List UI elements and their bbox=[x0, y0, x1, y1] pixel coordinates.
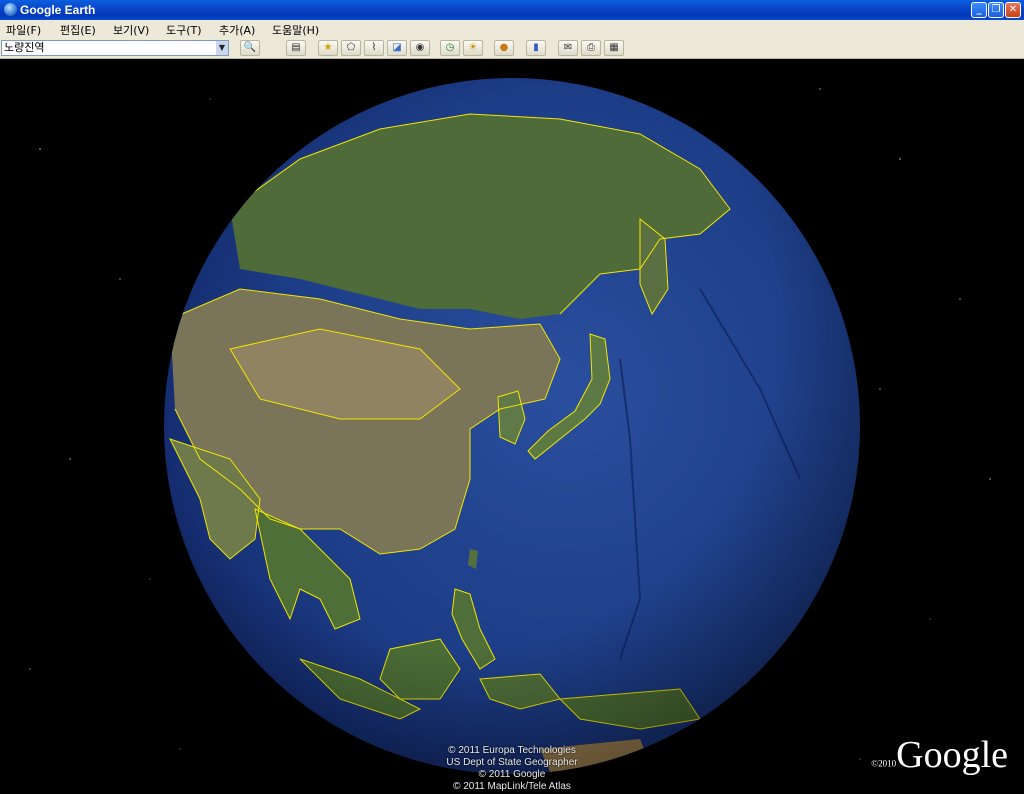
menu-file[interactable]: 파일(F) bbox=[6, 22, 41, 38]
placemark-icon: ★ bbox=[323, 42, 333, 53]
email-button[interactable]: ✉ bbox=[558, 40, 578, 56]
sidebar-toggle-button[interactable]: ▤ bbox=[286, 40, 306, 56]
record-tour-icon: ◉ bbox=[415, 42, 425, 53]
view-in-maps-button[interactable]: ▦ bbox=[604, 40, 624, 56]
view-in-maps-icon: ▦ bbox=[609, 42, 619, 53]
earth-globe[interactable] bbox=[0, 59, 1024, 794]
google-logo: ©2010Google bbox=[871, 733, 1008, 777]
historical-imagery-icon: ◷ bbox=[445, 42, 455, 53]
search-go-button[interactable]: 🔍 bbox=[240, 40, 260, 56]
image-overlay-button[interactable]: ◪ bbox=[387, 40, 407, 56]
image-overlay-icon: ◪ bbox=[392, 42, 402, 53]
sidebar-toggle-icon: ▤ bbox=[291, 42, 301, 53]
close-button[interactable]: ✕ bbox=[1005, 2, 1021, 18]
toolbar: 노량진역 ▼ 🔍 ▤ ★ ⬠ ⌇ ◪ ◉ ◷ ☀ ● ▮ ✉ ⎙ ▦ bbox=[0, 38, 1024, 59]
polygon-icon: ⬠ bbox=[346, 42, 356, 53]
google-earth-window: Google Earth _ ❐ ✕ 파일(F) 편집(E) 보기(V) 도구(… bbox=[0, 0, 1024, 794]
polygon-button[interactable]: ⬠ bbox=[341, 40, 361, 56]
search-dropdown-icon[interactable]: ▼ bbox=[216, 41, 228, 55]
google-earth-app-icon bbox=[4, 3, 17, 16]
placemark-button[interactable]: ★ bbox=[318, 40, 338, 56]
attribution-line-2: US Dept of State Geographer bbox=[446, 757, 578, 768]
menu-bar: 파일(F) 편집(E) 보기(V) 도구(T) 추가(A) 도움말(H) bbox=[0, 20, 1024, 38]
switch-planet-icon: ● bbox=[499, 42, 509, 53]
print-icon: ⎙ bbox=[587, 42, 595, 53]
restore-button[interactable]: ❐ bbox=[988, 2, 1004, 18]
menu-edit[interactable]: 편집(E) bbox=[60, 22, 96, 38]
search-value: 노량진역 bbox=[4, 41, 45, 54]
print-button[interactable]: ⎙ bbox=[581, 40, 601, 56]
menu-add[interactable]: 추가(A) bbox=[219, 22, 255, 38]
email-icon: ✉ bbox=[563, 42, 573, 53]
attribution-line-3: © 2011 Google bbox=[478, 769, 546, 780]
attribution-line-1: © 2011 Europa Technologies bbox=[448, 745, 576, 756]
ruler-icon: ▮ bbox=[533, 42, 539, 53]
menu-help[interactable]: 도움말(H) bbox=[272, 22, 319, 38]
search-input[interactable]: 노량진역 ▼ bbox=[1, 40, 229, 56]
attribution-line-4: © 2011 MapLink/Tele Atlas bbox=[453, 781, 571, 792]
historical-imagery-button[interactable]: ◷ bbox=[440, 40, 460, 56]
path-button[interactable]: ⌇ bbox=[364, 40, 384, 56]
logo-copyright: ©2010 bbox=[871, 758, 897, 769]
switch-planet-button[interactable]: ● bbox=[494, 40, 514, 56]
ruler-button[interactable]: ▮ bbox=[526, 40, 546, 56]
title-bar[interactable]: Google Earth _ ❐ ✕ bbox=[0, 0, 1024, 20]
globe-shading bbox=[164, 78, 860, 774]
menu-view[interactable]: 보기(V) bbox=[113, 22, 149, 38]
earth-3d-viewer[interactable]: © 2011 Europa Technologies US Dept of St… bbox=[0, 59, 1024, 794]
search-go-icon: 🔍 bbox=[243, 42, 257, 53]
path-icon: ⌇ bbox=[371, 42, 377, 53]
minimize-button[interactable]: _ bbox=[971, 2, 987, 18]
window-title: Google Earth bbox=[20, 3, 96, 17]
record-tour-button[interactable]: ◉ bbox=[410, 40, 430, 56]
logo-brand: Google bbox=[896, 734, 1008, 776]
menu-tools[interactable]: 도구(T) bbox=[166, 22, 202, 38]
sunlight-button[interactable]: ☀ bbox=[463, 40, 483, 56]
sunlight-icon: ☀ bbox=[468, 42, 478, 53]
